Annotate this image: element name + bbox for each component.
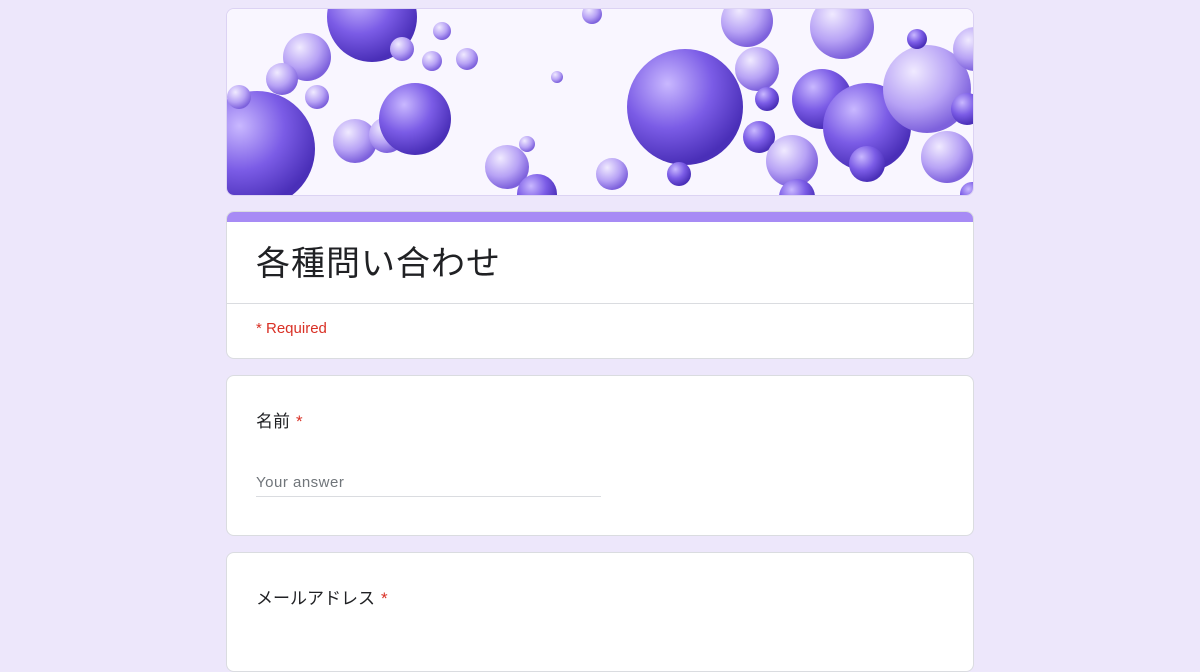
question-title: メールアドレス xyxy=(256,589,375,608)
name-answer-input[interactable] xyxy=(256,468,601,497)
form-container: 各種問い合わせ * Required 名前 * メールアドレス * xyxy=(226,8,974,672)
form-title-card: 各種問い合わせ * Required xyxy=(226,211,974,359)
question-card-email: メールアドレス * xyxy=(226,552,974,672)
required-asterisk: * xyxy=(296,412,303,431)
question-label-email: メールアドレス * xyxy=(256,584,388,609)
question-title: 名前 xyxy=(256,412,290,431)
title-accent-bar xyxy=(227,212,973,222)
required-note: * Required xyxy=(256,320,327,337)
form-title: 各種問い合わせ xyxy=(256,245,501,283)
required-asterisk: * xyxy=(381,589,388,608)
header-banner-image xyxy=(226,8,974,196)
question-label-name: 名前 * xyxy=(256,407,303,432)
question-card-name: 名前 * xyxy=(226,375,974,536)
title-divider xyxy=(227,303,973,304)
